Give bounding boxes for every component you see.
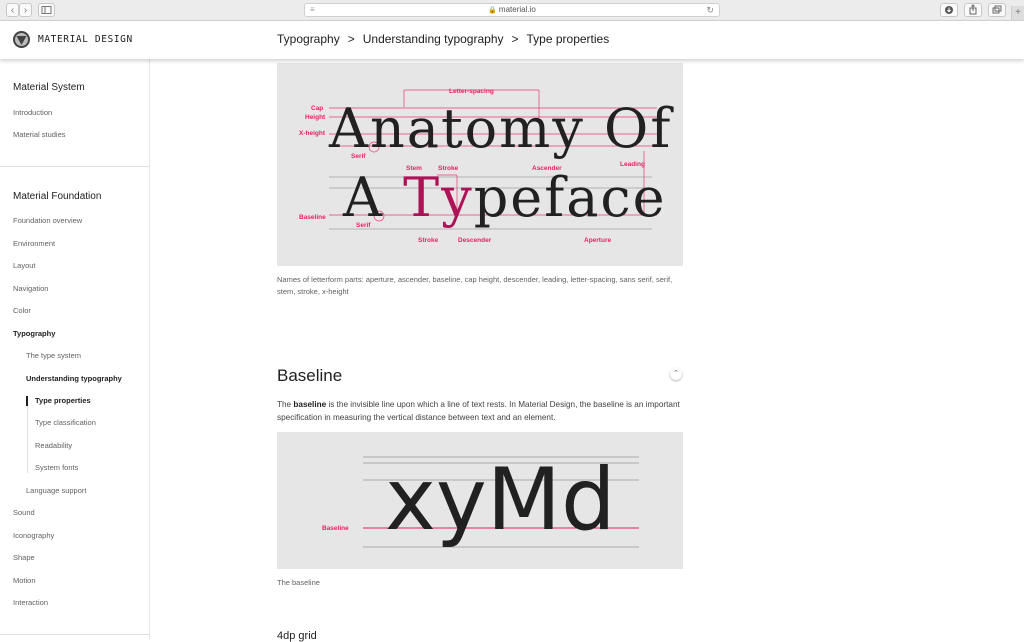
label-x-height: X-height: [299, 130, 326, 137]
label-leading: Leading: [620, 161, 645, 168]
sidebar-item-motion[interactable]: Motion: [13, 576, 36, 585]
breadcrumb-item[interactable]: Typography: [277, 32, 340, 46]
anatomy-line-2-b: Ty: [403, 166, 474, 229]
sidebar-item-readability[interactable]: Readability: [35, 441, 72, 450]
anatomy-line-2: A Typeface: [342, 166, 667, 229]
back-button[interactable]: ‹: [6, 3, 19, 17]
sidebar-section-title[interactable]: Material Foundation: [13, 191, 101, 202]
browser-toolbar: ‹ › ≡ 🔒 material.io ↻ +: [0, 0, 1024, 21]
sidebar-item-introduction[interactable]: Introduction: [13, 108, 52, 117]
downloads-button[interactable]: [940, 3, 958, 17]
sidebar-divider: [0, 166, 149, 167]
label-stroke-bottom: Stroke: [418, 237, 439, 244]
breadcrumb: Typography > Understanding typography > Type…: [277, 32, 609, 46]
sidebar-icon: [41, 6, 52, 14]
sidebar-item-color[interactable]: Color: [13, 306, 31, 315]
address-bar[interactable]: ≡ 🔒 material.io ↻: [304, 3, 720, 17]
lock-icon: 🔒: [488, 7, 497, 14]
para-text: is the invisible line upon which a line …: [277, 400, 680, 422]
para-bold-term: baseline: [293, 400, 327, 409]
label-cap-height-2: Height: [305, 114, 326, 121]
new-tab-button[interactable]: +: [1011, 6, 1024, 20]
brand-title[interactable]: MATERIAL DESIGN: [38, 34, 133, 45]
sidebar-divider: [0, 634, 149, 635]
sidebar-item-shape[interactable]: Shape: [13, 553, 35, 562]
sidebar-active-indicator: [26, 396, 28, 406]
sidebar-item-sound[interactable]: Sound: [13, 508, 35, 517]
sidebar-item-iconography[interactable]: Iconography: [13, 531, 54, 540]
sidebar-item-type-properties[interactable]: Type properties: [35, 396, 91, 405]
label-ascender: Ascender: [532, 165, 562, 172]
sidebar-item-type-classification[interactable]: Type classification: [35, 418, 96, 427]
sidebar-item-material-studies[interactable]: Material studies: [13, 130, 66, 139]
breadcrumb-separator: >: [511, 32, 519, 46]
breadcrumb-current: Type properties: [526, 32, 610, 46]
sidebar-item-type-system[interactable]: The type system: [26, 351, 81, 360]
label-stem: Stem: [406, 165, 422, 172]
label-serif-bottom: Serif: [356, 222, 371, 229]
label-cap-height: Cap: [311, 105, 323, 112]
para-text: The: [277, 400, 294, 409]
section-paragraph: The baseline is the invisible line upon …: [277, 399, 683, 424]
label-letter-spacing: Letter-spacing: [449, 88, 494, 95]
typeface-anatomy-figure: Anatomy Of A Typeface Letter-spacing Cap…: [277, 63, 683, 266]
site-header: MATERIAL DESIGN Typography > Understanding…: [0, 21, 1024, 59]
anatomy-line-1: Anatomy Of: [328, 97, 674, 160]
download-icon: [945, 6, 953, 14]
reader-icon[interactable]: ≡: [310, 4, 315, 16]
sidebar-toggle-button[interactable]: [38, 3, 55, 17]
label-stroke-top: Stroke: [438, 165, 459, 172]
collapse-button[interactable]: ⌃: [670, 368, 682, 380]
label-descender: Descender: [458, 237, 492, 244]
anatomy-line-2-c: peface: [474, 166, 667, 229]
label-aperture: Aperture: [584, 237, 611, 244]
share-icon: [969, 4, 977, 15]
breadcrumb-separator: >: [347, 32, 355, 46]
sidebar-item-navigation[interactable]: Navigation: [13, 284, 48, 293]
typeface-anatomy-diagram: Anatomy Of A Typeface Letter-spacing Cap…: [299, 88, 674, 244]
section-heading: Baseline: [277, 366, 343, 385]
reload-icon[interactable]: ↻: [706, 4, 714, 16]
sidebar-item-typography[interactable]: Typography: [13, 329, 55, 338]
baseline-diagram: xyMd Baseline: [322, 450, 639, 550]
tabs-icon: [992, 5, 1002, 14]
next-section-heading: 4dp grid: [277, 630, 317, 642]
breadcrumb-item[interactable]: Understanding typography: [363, 32, 504, 46]
sidebar-nav: Material System Introduction Material st…: [0, 59, 150, 640]
baseline-label: Baseline: [322, 525, 349, 532]
forward-button[interactable]: ›: [19, 3, 32, 17]
sidebar-rail: [27, 397, 28, 473]
share-button[interactable]: [964, 3, 982, 17]
material-logo-icon[interactable]: [13, 31, 30, 48]
sidebar-item-foundation-overview[interactable]: Foundation overview: [13, 216, 82, 225]
figure-caption: Names of letterform parts: aperture, asc…: [277, 275, 673, 296]
sidebar-item-language-support[interactable]: Language support: [26, 486, 86, 495]
url-text: material.io: [498, 5, 536, 14]
sidebar-item-understanding-typography[interactable]: Understanding typography: [26, 374, 122, 383]
sidebar-item-environment[interactable]: Environment: [13, 239, 55, 248]
sidebar-item-system-fonts[interactable]: System fonts: [35, 463, 78, 472]
label-baseline: Baseline: [299, 214, 326, 221]
baseline-sample-text: xyMd: [385, 450, 616, 550]
tabs-button[interactable]: [988, 3, 1006, 17]
anatomy-line-2-a: A: [342, 166, 403, 229]
baseline-figure: xyMd Baseline: [277, 432, 683, 569]
figure-caption: The baseline: [277, 578, 320, 587]
sidebar-item-layout[interactable]: Layout: [13, 261, 36, 270]
label-serif-top: Serif: [351, 153, 366, 160]
sidebar-item-interaction[interactable]: Interaction: [13, 598, 48, 607]
sidebar-section-title[interactable]: Material System: [13, 82, 85, 93]
